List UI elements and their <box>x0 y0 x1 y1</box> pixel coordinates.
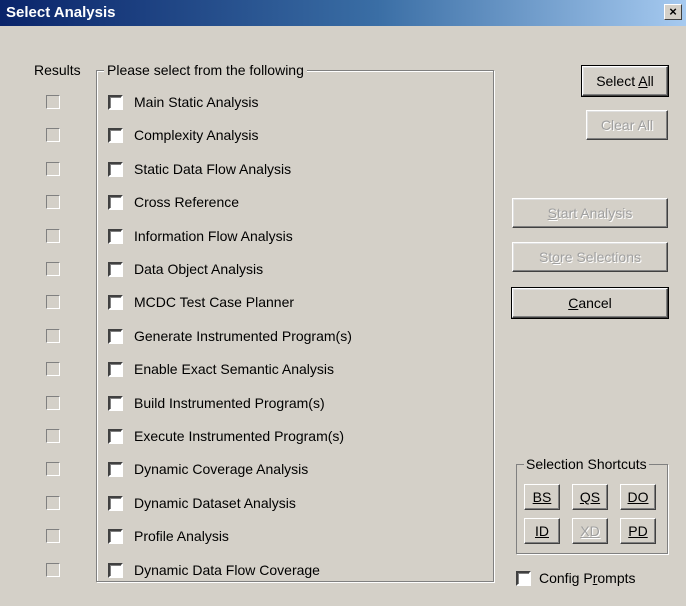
analysis-option-label: Data Object Analysis <box>134 261 264 277</box>
analysis-option[interactable]: Dynamic Data Flow Coverage <box>108 560 320 580</box>
analysis-option[interactable]: Build Instrumented Program(s) <box>108 393 325 413</box>
analysis-option[interactable]: Cross Reference <box>108 192 239 212</box>
result-checkbox <box>46 329 60 343</box>
config-prompts-box[interactable] <box>516 570 531 586</box>
cancel-label: Cancel <box>568 295 612 311</box>
analysis-option-checkbox[interactable] <box>108 395 123 411</box>
analysis-option-label: Cross Reference <box>134 194 240 210</box>
analysis-option-checkbox[interactable] <box>108 228 123 244</box>
analysis-option-checkbox[interactable] <box>108 495 123 511</box>
config-prompts-label: Config Prompts <box>539 570 636 586</box>
analysis-option[interactable]: Data Object Analysis <box>108 259 263 279</box>
clear-all-label: Clear All <box>600 117 654 133</box>
analysis-option-checkbox[interactable] <box>108 294 123 310</box>
result-checkbox <box>46 262 60 276</box>
clear-all-button[interactable]: Clear All <box>586 110 668 140</box>
analysis-option[interactable]: Main Static Analysis <box>108 92 259 112</box>
shortcut-button-qs[interactable]: QS <box>572 484 608 510</box>
result-checkbox <box>46 195 60 209</box>
result-checkbox <box>46 396 60 410</box>
analysis-option-label: Build Instrumented Program(s) <box>134 395 325 411</box>
analysis-option-checkbox[interactable] <box>108 328 123 344</box>
result-checkbox <box>46 229 60 243</box>
result-checkbox <box>46 529 60 543</box>
analysis-option-label: MCDC Test Case Planner <box>134 294 295 310</box>
analysis-options-group-label: Please select from the following <box>104 62 307 78</box>
select-all-button[interactable]: Select All <box>581 65 669 97</box>
config-prompts-checkbox[interactable]: Config Prompts <box>516 570 636 586</box>
shortcut-button-id[interactable]: ID <box>524 518 560 544</box>
result-checkbox <box>46 362 60 376</box>
analysis-option[interactable]: Static Data Flow Analysis <box>108 159 291 179</box>
shortcut-button-xd[interactable]: XD <box>572 518 608 544</box>
analysis-option-label: Enable Exact Semantic Analysis <box>134 361 334 377</box>
analysis-option-label: Execute Instrumented Program(s) <box>134 428 345 444</box>
analysis-option[interactable]: Complexity Analysis <box>108 125 259 145</box>
analysis-option-label: Dynamic Coverage Analysis <box>134 461 309 477</box>
analysis-option-checkbox[interactable] <box>108 127 123 143</box>
analysis-option[interactable]: Dynamic Dataset Analysis <box>108 493 296 513</box>
result-checkbox <box>46 563 60 577</box>
select-analysis-dialog: Select Analysis × Results Please select … <box>0 0 686 606</box>
store-selections-label: Store Selections <box>539 249 641 265</box>
shortcut-button-do[interactable]: DO <box>620 484 656 510</box>
analysis-option-label: Generate Instrumented Program(s) <box>134 328 352 344</box>
analysis-option[interactable]: MCDC Test Case Planner <box>108 292 294 312</box>
analysis-option-label: Static Data Flow Analysis <box>134 161 292 177</box>
close-icon[interactable]: × <box>664 4 682 20</box>
analysis-option-label: Profile Analysis <box>134 528 229 544</box>
analysis-option-checkbox[interactable] <box>108 194 123 210</box>
result-checkbox <box>46 128 60 142</box>
analysis-option-label: Dynamic Data Flow Coverage <box>134 562 320 578</box>
analysis-option[interactable]: Profile Analysis <box>108 526 229 546</box>
analysis-option[interactable]: Enable Exact Semantic Analysis <box>108 359 334 379</box>
analysis-option-label: Main Static Analysis <box>134 94 259 110</box>
shortcut-button-pd[interactable]: PD <box>620 518 656 544</box>
analysis-option-checkbox[interactable] <box>108 94 123 110</box>
analysis-option-label: Dynamic Dataset Analysis <box>134 495 296 511</box>
result-checkbox <box>46 429 60 443</box>
analysis-option-checkbox[interactable] <box>108 261 123 277</box>
shortcut-button-bs[interactable]: BS <box>524 484 560 510</box>
analysis-option-checkbox[interactable] <box>108 428 123 444</box>
cancel-button[interactable]: Cancel <box>511 287 669 319</box>
store-selections-button[interactable]: Store Selections <box>512 242 668 272</box>
results-label: Results <box>34 62 81 78</box>
analysis-option-checkbox[interactable] <box>108 528 123 544</box>
window-title: Select Analysis <box>6 4 116 21</box>
analysis-option-checkbox[interactable] <box>108 461 123 477</box>
analysis-option[interactable]: Execute Instrumented Program(s) <box>108 426 344 446</box>
analysis-option[interactable]: Generate Instrumented Program(s) <box>108 326 352 346</box>
analysis-option[interactable]: Information Flow Analysis <box>108 226 293 246</box>
start-analysis-button[interactable]: Start Analysis <box>512 198 668 228</box>
result-checkbox <box>46 95 60 109</box>
title-bar[interactable]: Select Analysis × <box>0 0 686 26</box>
analysis-option-label: Information Flow Analysis <box>134 228 293 244</box>
result-checkbox <box>46 295 60 309</box>
analysis-option-checkbox[interactable] <box>108 562 123 578</box>
analysis-option-label: Complexity Analysis <box>134 127 259 143</box>
result-checkbox <box>46 462 60 476</box>
result-checkbox <box>46 162 60 176</box>
result-checkbox <box>46 496 60 510</box>
selection-shortcuts-label: Selection Shortcuts <box>524 456 649 472</box>
start-analysis-label: Start Analysis <box>547 205 633 221</box>
analysis-option[interactable]: Dynamic Coverage Analysis <box>108 459 308 479</box>
analysis-option-checkbox[interactable] <box>108 161 123 177</box>
analysis-option-checkbox[interactable] <box>108 361 123 377</box>
select-all-label: Select All <box>596 73 654 89</box>
